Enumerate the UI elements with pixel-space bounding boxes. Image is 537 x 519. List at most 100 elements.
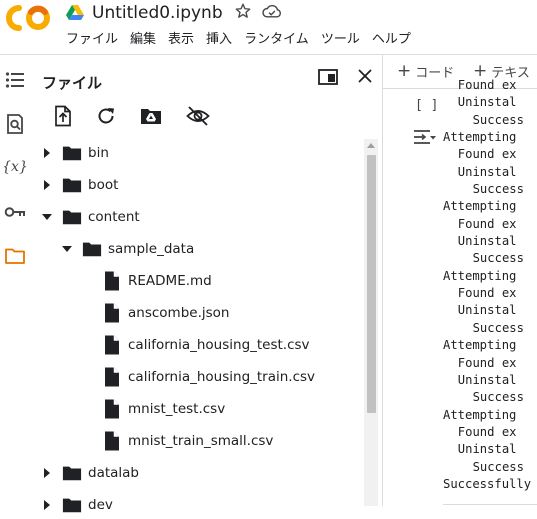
folder-icon [62,496,82,514]
tree-folder-row[interactable]: dev [40,491,113,519]
notebook-area: + コード + テキス [ ] Found ex Uninstal Success A… [383,55,537,506]
tree-item-label: boot [88,177,119,193]
output-line: Attempting [443,130,517,145]
file-icon [102,335,122,355]
file-icon [102,271,122,291]
tree-folder-row[interactable]: content [40,203,140,231]
chevron-right-icon[interactable] [40,466,54,480]
output-line: Success [472,320,524,335]
plus-icon: + [397,61,412,81]
output-line: Found ex [457,78,517,92]
menu-runtime[interactable]: ランタイム [244,28,309,47]
output-line: Found ex [457,216,517,231]
tree-item-label: content [88,209,140,225]
tree-item-label: sample_data [108,241,195,257]
close-icon[interactable] [356,67,374,85]
tree-item-label: bin [88,145,109,161]
output-line: Uninstal [457,442,517,457]
move-to-tab-icon[interactable] [318,69,338,85]
tree-folder-row[interactable]: bin [40,139,109,167]
hide-files-icon[interactable] [186,105,210,127]
tree-file-row[interactable]: README.md [80,267,212,295]
file-icon [102,303,122,323]
refresh-icon[interactable] [95,105,117,127]
menu-tools[interactable]: ツール [321,28,360,47]
cloud-saved-icon[interactable] [262,3,282,19]
tree-item-label: california_housing_test.csv [128,337,310,353]
colab-logo[interactable] [6,3,52,33]
notebook-title[interactable]: Untitled0.ipynb [92,3,223,23]
secrets-key-icon [4,207,25,217]
output-bottom-divider [443,504,537,505]
tree-folder-row[interactable]: datalab [40,459,139,487]
tree-file-row[interactable]: mnist_test.csv [80,395,225,423]
tree-item-label: mnist_test.csv [128,401,226,417]
files-panel: ファイル bin boot content sample_data README… [30,55,382,513]
file-icon [102,431,122,451]
variables-icon: {x} [2,159,28,175]
find-replace-button[interactable] [4,113,26,135]
tree-item-label: california_housing_train.csv [128,369,316,385]
output-line: Attempting [443,338,517,353]
header-bar: Untitled0.ipynb ファイル 編集 表示 挿入 ランタイム ツール … [0,0,537,54]
output-line: Success [472,251,524,266]
scrollbar-thumb[interactable] [367,155,376,413]
output-line: Uninstal [457,303,517,318]
output-line: Uninstal [457,95,517,110]
tree-item-label: mnist_train_small.csv [128,433,274,449]
tree-file-row[interactable]: california_housing_train.csv [80,363,315,391]
tree-file-row[interactable]: anscombe.json [80,299,229,327]
output-line: Uninstal [457,372,517,387]
cell-run-button[interactable]: [ ] [415,98,438,113]
find-replace-icon [7,114,23,134]
output-line: Found ex [457,147,517,162]
menu-file[interactable]: ファイル [66,28,118,47]
chevron-right-icon[interactable] [40,178,54,192]
output-line: Success [472,390,524,405]
files-button[interactable] [4,245,26,267]
output-line: Successfully [443,476,532,491]
tree-file-row[interactable]: california_housing_test.csv [80,331,310,359]
output-line: Success [472,459,524,474]
output-actions-icon[interactable] [413,128,437,148]
menu-view[interactable]: 表示 [168,28,194,47]
output-line: Attempting [443,199,517,214]
variables-button[interactable]: {x} [2,156,28,178]
output-line: Found ex [457,424,517,439]
chevron-right-icon[interactable] [40,146,54,160]
folder-icon [62,144,82,162]
menu-bar: ファイル 編集 表示 挿入 ランタイム ツール ヘルプ [66,28,423,47]
star-icon[interactable] [234,2,252,20]
tree-item-label: dev [88,497,113,513]
tree-folder-row[interactable]: sample_data [60,235,194,263]
output-line: Uninstal [457,234,517,249]
google-drive-icon [66,5,84,20]
table-of-contents-icon [5,72,24,88]
menu-edit[interactable]: 編集 [130,28,156,47]
output-line: Found ex [457,286,517,301]
menu-help[interactable]: ヘルプ [372,28,411,47]
tree-item-label: README.md [128,273,212,289]
output-line: Found ex [457,355,517,370]
tree-folder-row[interactable]: boot [40,171,118,199]
output-line: Success [472,112,524,127]
folder-icon [82,240,102,258]
output-line: Success [472,182,524,197]
scroll-up-arrow-icon[interactable] [366,141,376,149]
folder-icon [62,208,82,226]
folder-icon [62,464,82,482]
table-of-contents-button[interactable] [4,69,26,91]
file-icon [102,399,122,419]
tree-file-row[interactable]: mnist_train_small.csv [80,427,273,455]
mount-drive-icon[interactable] [140,105,162,127]
chevron-down-icon[interactable] [60,242,74,256]
chevron-down-icon[interactable] [40,210,54,224]
upload-file-icon[interactable] [52,105,74,127]
chevron-right-icon[interactable] [40,498,54,512]
output-line: Attempting [443,268,517,283]
cell-output: Found ex Uninstal Success Attempting Found e… [443,77,537,493]
file-icon [102,367,122,387]
secrets-button[interactable] [4,201,26,223]
menu-insert[interactable]: 挿入 [206,28,232,47]
tree-item-label: anscombe.json [128,305,230,321]
